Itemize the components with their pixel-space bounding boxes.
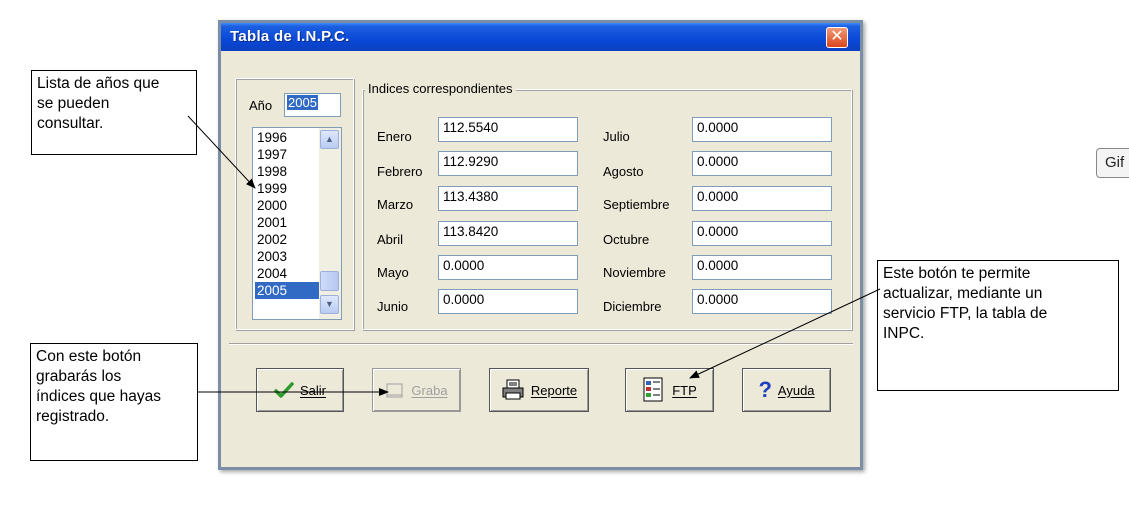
callout-arrows	[187, 115, 881, 396]
arrow-ftp	[689, 288, 881, 379]
arrow-years	[187, 115, 256, 189]
